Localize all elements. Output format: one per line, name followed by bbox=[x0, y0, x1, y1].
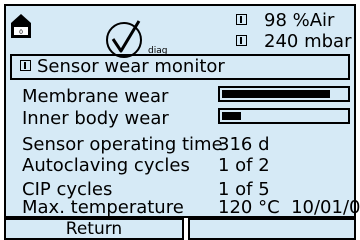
svg-text:0: 0 bbox=[19, 29, 23, 36]
inner-body-wear-label: Inner body wear bbox=[22, 108, 169, 129]
sensor-cleaning-icon: 0 bbox=[11, 14, 31, 38]
max-temperature-label: Max. temperature bbox=[22, 197, 184, 218]
page-title: Sensor wear monitor bbox=[37, 56, 225, 77]
measurement-row-pressure: 240 mbar bbox=[236, 32, 351, 52]
max-temperature-value: 120 °C 10/01/05 bbox=[218, 197, 360, 218]
device-screen: 0 diag 98 %Air 240 mbar Sensor wear moni… bbox=[0, 0, 360, 240]
autoclaving-cycles-label: Autoclaving cycles bbox=[22, 155, 190, 176]
membrane-wear-fill bbox=[222, 90, 330, 98]
membrane-wear-label: Membrane wear bbox=[22, 86, 169, 107]
channel-indicator-icon bbox=[236, 35, 247, 46]
channel-indicator-icon bbox=[236, 14, 247, 25]
measurement-value: 98 %Air bbox=[264, 10, 335, 31]
return-button[interactable]: Return bbox=[4, 218, 184, 240]
membrane-wear-bar bbox=[218, 86, 350, 102]
menu-indicator-icon bbox=[20, 60, 31, 71]
sensor-operating-time-value: 316 d bbox=[218, 134, 270, 155]
menu-title-bar: Sensor wear monitor bbox=[10, 54, 350, 80]
autoclaving-cycles-value: 1 of 2 bbox=[218, 155, 270, 176]
inner-body-wear-bar bbox=[218, 108, 350, 124]
inner-body-wear-fill bbox=[222, 112, 241, 120]
right-softkey[interactable] bbox=[188, 218, 356, 240]
measurement-row-air: 98 %Air bbox=[236, 11, 334, 31]
measurement-value: 240 mbar bbox=[264, 31, 352, 52]
sensor-operating-time-label: Sensor operating time bbox=[22, 134, 223, 155]
